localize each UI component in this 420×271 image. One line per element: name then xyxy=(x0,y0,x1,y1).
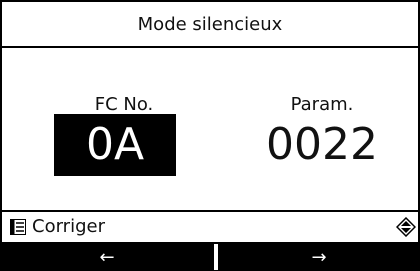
fc-number-value[interactable]: 0A xyxy=(54,114,176,176)
menu-icon xyxy=(10,219,26,235)
up-down-icon xyxy=(396,217,416,237)
left-arrow-button[interactable]: ← xyxy=(0,244,214,270)
status-bar: Corriger xyxy=(2,210,418,244)
corriger-label: Corriger xyxy=(32,216,105,237)
display-screen: Mode silencieux FC No. Param. 0A 0022 Co… xyxy=(2,2,418,242)
param-label: Param. xyxy=(290,94,354,115)
right-arrow-button[interactable]: → xyxy=(218,244,420,270)
fc-number-label: FC No. xyxy=(94,94,154,115)
device-frame: Mode silencieux FC No. Param. 0A 0022 Co… xyxy=(0,0,420,270)
page-title: Mode silencieux xyxy=(2,2,418,48)
param-value[interactable]: 0022 xyxy=(252,114,392,176)
